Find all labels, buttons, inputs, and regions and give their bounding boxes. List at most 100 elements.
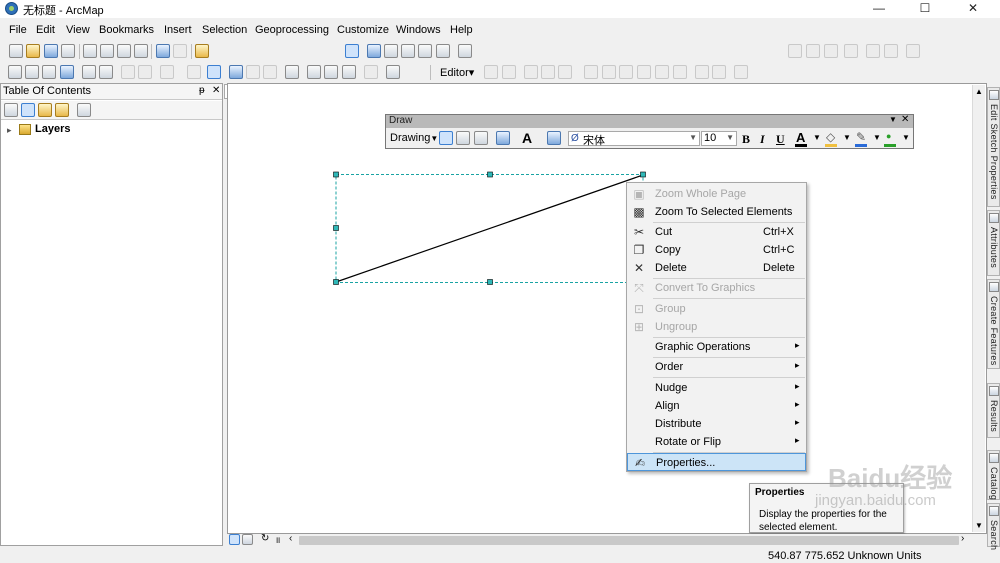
submenu-arrow-icon: ▸ — [795, 435, 800, 445]
submenu-arrow-icon: ▸ — [795, 417, 800, 427]
font-color-button[interactable]: A ▼ — [795, 130, 821, 148]
menu-separator — [653, 377, 805, 378]
scroll-up-icon[interactable]: ▲ — [975, 87, 983, 96]
menu-item-zoom-to-selected-elements[interactable]: ▩ Zoom To Selected Elements — [627, 203, 806, 221]
italic-button[interactable]: I — [760, 132, 765, 147]
menu-item-graphic-operations[interactable]: Graphic Operations ▸ — [627, 338, 806, 356]
pause-icon[interactable]: ॥ — [275, 533, 280, 546]
menu-item-shortcut: Ctrl+C — [763, 244, 795, 256]
group-icon: ⊡ — [633, 302, 645, 316]
menu-item-label: Delete — [655, 262, 687, 274]
line-tool-icon[interactable] — [496, 131, 510, 145]
font-size-value: 10 — [704, 132, 717, 144]
menu-item-convert-to-graphics[interactable]: ⤧ Convert To Graphics — [627, 279, 806, 297]
data-view-icon[interactable] — [229, 534, 240, 545]
line-color-button[interactable]: ✎ ▼ — [855, 130, 881, 148]
menu-item-shortcut: Ctrl+X — [763, 226, 794, 238]
drawing-menu-button[interactable]: Drawing▼ — [390, 132, 438, 144]
menu-item-delete[interactable]: ✕ Delete Delete — [627, 259, 806, 277]
rotate-icon[interactable] — [456, 131, 470, 145]
line-graphic[interactable] — [335, 174, 644, 283]
dock-tab-create-features[interactable]: Create Features — [987, 279, 1000, 369]
zoom-selected-icon: ▩ — [633, 205, 645, 219]
selection-handle[interactable] — [333, 171, 339, 178]
menu-item-cut[interactable]: ✂ Cut Ctrl+X — [627, 223, 806, 241]
properties-icon: ✍ — [634, 456, 646, 470]
menu-item-label: Group — [655, 303, 686, 315]
chevron-down-icon: ▼ — [430, 134, 439, 143]
close-icon[interactable]: ✕ — [901, 114, 909, 125]
menu-item-nudge[interactable]: Nudge ▸ — [627, 379, 806, 397]
dock-tab-catalog[interactable]: Catalog — [987, 450, 1000, 500]
chevron-down-icon: ▼ — [689, 133, 697, 142]
underline-button[interactable]: U — [776, 132, 785, 147]
dock-tab-label: Attributes — [989, 227, 999, 269]
fill-color-swatch — [825, 144, 837, 147]
menu-item-properties[interactable]: ✍ Properties... — [627, 453, 806, 471]
fill-color-button[interactable]: ◇ ▼ — [825, 130, 851, 148]
delete-icon: ✕ — [633, 261, 645, 275]
scroll-down-icon[interactable]: ▼ — [975, 521, 983, 530]
select-elements-arrow-icon[interactable] — [439, 131, 453, 145]
font-name-combo[interactable]: Ø 宋体 ▼ — [568, 131, 700, 147]
bold-button[interactable]: B — [742, 132, 750, 147]
selection-handle[interactable] — [487, 171, 493, 178]
watermark-cn: 经验 — [900, 463, 953, 493]
menu-item-label: Cut — [655, 226, 673, 238]
menu-item-group[interactable]: ⊡ Group — [627, 300, 806, 318]
vertical-scrollbar[interactable]: ▲ ▼ — [972, 85, 985, 532]
marker-color-button[interactable]: ● ▼ — [884, 130, 910, 148]
submenu-arrow-icon: ▸ — [795, 360, 800, 370]
dock-tab-search[interactable]: Search — [987, 503, 1000, 550]
menu-item-label: Copy — [655, 244, 681, 256]
dock-tab-results[interactable]: Results — [987, 383, 1000, 438]
layout-view-icon[interactable] — [242, 534, 253, 545]
menu-item-distribute[interactable]: Distribute ▸ — [627, 415, 806, 433]
font-size-combo[interactable]: 10 ▼ — [701, 131, 737, 146]
refresh-icon[interactable]: ↻ — [261, 533, 269, 544]
paint-bucket-icon: ◇ — [826, 130, 836, 144]
selection-handle[interactable] — [333, 225, 339, 231]
selection-handle[interactable] — [640, 171, 646, 178]
pen-icon: ✎ — [856, 130, 867, 144]
tooltip-title: Properties — [755, 487, 805, 498]
scissors-icon: ✂ — [633, 225, 645, 239]
sketch-properties-icon — [989, 90, 999, 100]
edit-vertices-icon[interactable] — [547, 131, 561, 145]
font-color-label: A — [796, 130, 806, 145]
dock-tab-label: Catalog — [989, 467, 999, 501]
menu-item-ungroup[interactable]: ⊞ Ungroup — [627, 318, 806, 336]
marker-dot-icon: ● — [886, 131, 892, 141]
selection-handle[interactable] — [333, 279, 339, 285]
copy-icon: ❐ — [633, 243, 645, 257]
dock-tab-attributes[interactable]: Attributes — [987, 210, 1000, 276]
zoom-selected-icon[interactable] — [474, 131, 488, 145]
draw-toolbar-header[interactable]: Draw ▼ ✕ — [386, 114, 913, 128]
scroll-left-icon[interactable]: ‹ — [289, 533, 292, 544]
menu-item-label: Graphic Operations — [655, 341, 751, 353]
menu-item-align[interactable]: Align ▸ — [627, 397, 806, 415]
menu-item-order[interactable]: Order ▸ — [627, 358, 806, 376]
scroll-right-icon[interactable]: › — [961, 533, 964, 544]
draw-toolbar: Draw ▼ ✕ Drawing▼ A Ø 宋体 ▼ 10 ▼ B I U A … — [385, 114, 914, 149]
font-name-value: 宋体 — [583, 135, 605, 147]
menu-item-copy[interactable]: ❐ Copy Ctrl+C — [627, 241, 806, 259]
zoom-page-icon: ▣ — [633, 187, 645, 201]
menu-item-rotate-or-flip[interactable]: Rotate or Flip ▸ — [627, 433, 806, 451]
dock-tab-edit-sketch-properties[interactable]: Edit Sketch Properties — [987, 87, 1000, 207]
menu-item-label: Align — [655, 400, 680, 412]
text-tool-icon[interactable]: A — [522, 130, 532, 146]
menu-item-zoom-whole-page[interactable]: ▣ Zoom Whole Page — [627, 185, 806, 203]
horizontal-scroll-thumb[interactable] — [299, 536, 959, 545]
submenu-arrow-icon: ▸ — [795, 399, 800, 409]
menu-item-label: Distribute — [655, 418, 702, 430]
chevron-down-icon[interactable]: ▼ — [889, 115, 897, 124]
chevron-down-icon: ▼ — [843, 133, 851, 142]
create-features-icon — [989, 282, 999, 292]
map-bottom-bar: ↻ ॥ ‹ › — [227, 533, 987, 547]
watermark-url: jingyan.baidu.com — [815, 492, 936, 509]
selection-handle[interactable] — [487, 279, 493, 285]
dock-tab-label: Results — [989, 400, 999, 433]
chevron-down-icon: ▼ — [726, 133, 734, 142]
submenu-arrow-icon: ▸ — [795, 340, 800, 350]
